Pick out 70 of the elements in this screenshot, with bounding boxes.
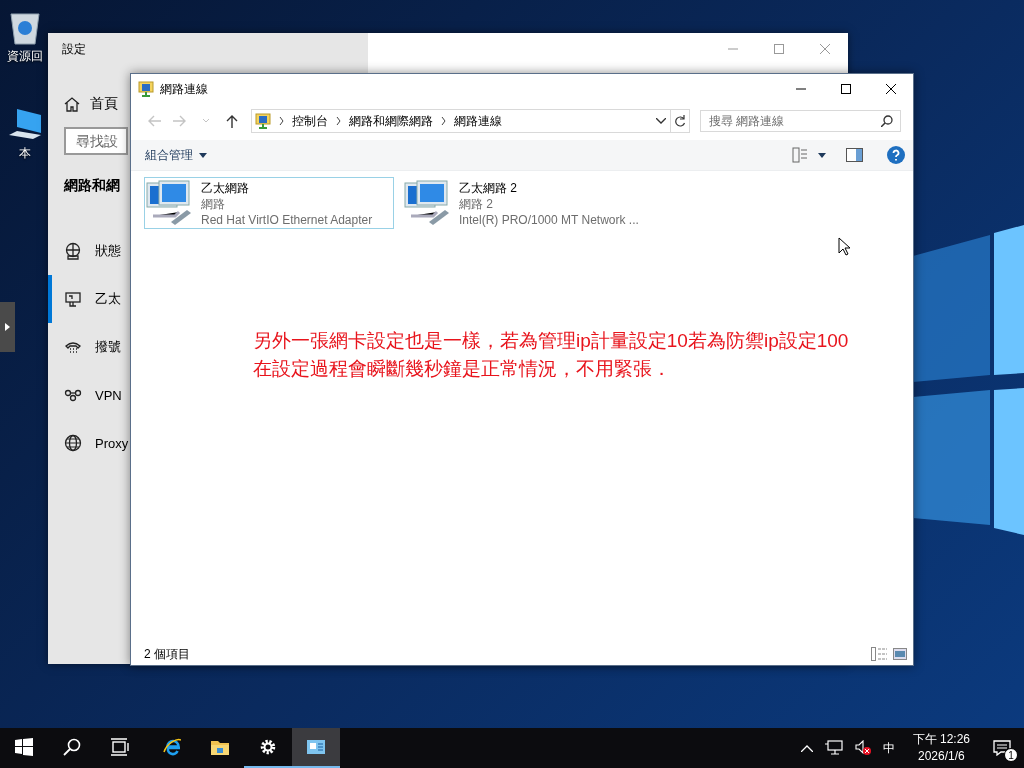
refresh-button[interactable]: [671, 109, 690, 133]
nav-item[interactable]: 狀態: [48, 227, 121, 275]
input-method-indicator[interactable]: 中: [882, 739, 895, 757]
network-connections-icon: [138, 81, 154, 97]
monitor-icon: [64, 290, 82, 308]
search-field[interactable]: 尋找設: [64, 127, 128, 155]
details-view-icon[interactable]: [871, 647, 887, 661]
mouse-cursor-icon: [838, 237, 850, 257]
help-icon[interactable]: [887, 146, 905, 164]
adapter-name: 乙太網路: [201, 180, 250, 196]
maximize-icon[interactable]: [840, 84, 851, 94]
nav-item[interactable]: 乙太: [48, 275, 121, 323]
folder-icon: [211, 738, 229, 756]
desktop-icon-label[interactable]: 資源回: [7, 48, 43, 65]
network-name: 網路 2: [459, 196, 494, 212]
window-title: 網路連線: [160, 80, 208, 98]
chevron-right-icon: [441, 117, 446, 125]
adapter-description: Red Hat VirtIO Ethernet Adapter: [201, 212, 373, 228]
adapter-description: Intel(R) PRO/1000 MT Network ...: [459, 212, 639, 228]
caret-down-icon[interactable]: [818, 152, 826, 158]
search-icon: [881, 115, 893, 127]
task-view-icon: [111, 738, 129, 756]
nav-item[interactable]: Proxy: [48, 419, 129, 467]
breadcrumb-link[interactable]: 控制台: [292, 112, 328, 130]
network-window-icon: [307, 738, 325, 756]
desktop-icon-label[interactable]: 本: [19, 145, 31, 162]
caret-down-icon: [199, 152, 207, 158]
globe-icon: [64, 434, 82, 452]
nav-item[interactable]: 撥號: [48, 323, 121, 371]
annotation-text: 在設定過程會瞬斷幾秒鐘是正常情況，不用緊張．: [253, 357, 672, 381]
clock[interactable]: 下午 12:26 2026/1/6: [902, 728, 980, 768]
refresh-icon: [674, 115, 686, 127]
side-panel-tab[interactable]: [0, 302, 15, 352]
item-count: 2 個項目: [144, 645, 190, 663]
nav-item[interactable]: VPN: [48, 371, 122, 419]
volume-muted-icon[interactable]: [854, 740, 871, 756]
breadcrumb-link[interactable]: 網路連線: [454, 112, 502, 130]
chevron-right-icon: [279, 117, 284, 125]
up-arrow-icon[interactable]: [225, 114, 239, 128]
network-status-icon[interactable]: [824, 740, 843, 756]
gear-icon: [259, 738, 277, 756]
network-adapter-item[interactable]: 乙太網路 2 網路 2 Intel(R) PRO/1000 MT Network ...: [402, 177, 652, 229]
clock-time: 下午 12:26: [912, 731, 970, 748]
taskbar-button[interactable]: [292, 728, 340, 768]
arrow-right-icon: [5, 323, 10, 331]
notification-count-badge: 1: [1004, 748, 1018, 762]
chevron-up-icon[interactable]: [800, 744, 813, 752]
search-icon: [63, 738, 81, 756]
close-icon[interactable]: [885, 84, 896, 94]
browser-e-icon: [163, 738, 181, 756]
network-adapter-item[interactable]: 乙太網路 網路 Red Hat VirtIO Ethernet Adapter: [144, 177, 394, 229]
chevron-down-icon[interactable]: [656, 118, 666, 124]
globe-monitor-icon: [64, 242, 82, 260]
home-icon: [64, 96, 80, 112]
organize-menu-button[interactable]: 組合管理: [141, 142, 211, 168]
window-title: 設定: [61, 41, 87, 58]
control-panel-icon: [255, 113, 271, 129]
network-name: 網路: [201, 196, 226, 212]
notification-icon[interactable]: [993, 740, 1011, 756]
section-heading: 網路和網: [64, 177, 120, 195]
adapter-name: 乙太網路 2: [459, 180, 518, 196]
home-link[interactable]: 首頁: [64, 95, 118, 113]
preview-pane-icon[interactable]: [846, 148, 863, 162]
start-icon: [15, 738, 33, 756]
large-icons-view-icon[interactable]: [893, 648, 907, 660]
address-bar[interactable]: 控制台 網路和網際網路 網路連線: [251, 109, 671, 133]
clock-date: 2026/1/6: [917, 748, 965, 765]
chevron-right-icon: [336, 117, 341, 125]
annotation-text: 另外一張網卡設定也是一樣，若為管理ip計量設定10若為防禦ip設定100: [253, 329, 850, 353]
breadcrumb-link[interactable]: 網路和網際網路: [349, 112, 433, 130]
